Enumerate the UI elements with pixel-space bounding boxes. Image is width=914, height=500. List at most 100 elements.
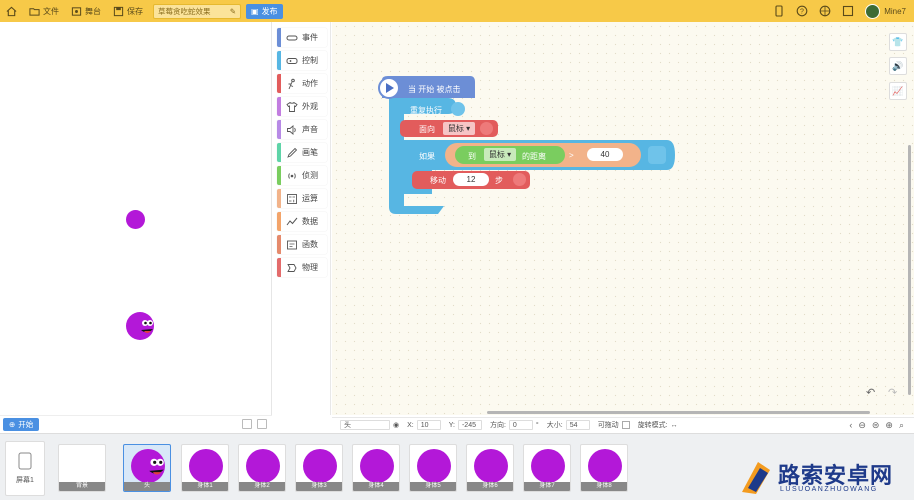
file-menu[interactable]: 文件: [23, 0, 65, 22]
stage-icon: [71, 6, 82, 16]
category-functions[interactable]: 函数: [277, 235, 327, 254]
collapse-arrow-icon[interactable]: ‹: [849, 420, 852, 431]
visibility-eye-icon[interactable]: ◉: [393, 421, 399, 429]
sprite-thumbnail: [474, 449, 508, 483]
save-button[interactable]: 保存: [107, 0, 149, 22]
x-input[interactable]: 10: [416, 420, 441, 430]
sprite-thumb-body5[interactable]: 身体5: [409, 444, 457, 492]
plus-icon: ⊕: [9, 420, 16, 429]
direction-input[interactable]: 0: [508, 420, 533, 430]
code-workspace[interactable]: 当 开始 被点击 重复执行 面向 鼠标 ▾ 如果 到 鼠标 ▾ 的距离 > 40…: [332, 22, 914, 415]
scene-card[interactable]: 屏幕1: [5, 441, 45, 496]
size-value: 54: [569, 421, 578, 429]
category-color-bar: [277, 28, 281, 47]
zoom-out-icon[interactable]: ⊖: [858, 420, 866, 431]
category-control[interactable]: 控制: [277, 51, 327, 70]
category-label: 函数: [302, 240, 318, 249]
costume-tool-button[interactable]: 👕: [889, 33, 907, 51]
body-sprite[interactable]: [126, 210, 145, 229]
category-color-bar: [277, 166, 281, 185]
home-button[interactable]: [0, 0, 23, 22]
category-looks[interactable]: 外观: [277, 97, 327, 116]
head-sprite[interactable]: [126, 312, 154, 340]
rotation-label: 旋转模式:: [637, 422, 668, 429]
zoom-reset-icon[interactable]: ⊜: [872, 420, 880, 431]
sprite-caption: 身体3: [296, 482, 342, 491]
category-label: 侦测: [302, 171, 318, 180]
distance-target-dropdown[interactable]: 鼠标 ▾: [484, 148, 516, 161]
play-icon: [378, 77, 400, 99]
category-sensing[interactable]: 侦测: [277, 166, 327, 185]
category-event[interactable]: 事件: [277, 28, 327, 47]
sprite-thumb-body2[interactable]: 身体2: [238, 444, 286, 492]
sprite-thumb-body6[interactable]: 身体6: [466, 444, 514, 492]
compare-operator[interactable]: >: [569, 151, 574, 160]
sprite-thumb-body4[interactable]: 身体4: [352, 444, 400, 492]
sprite-name-input[interactable]: 头: [340, 420, 390, 430]
category-data[interactable]: 数据: [277, 212, 327, 231]
face-icon: [149, 458, 164, 475]
edit-pencil-icon: ✎: [229, 6, 236, 16]
sprite-thumb-background[interactable]: 背景: [58, 444, 106, 492]
sprite-caption: 身体6: [467, 482, 513, 491]
fullscreen-icon[interactable]: [842, 5, 854, 17]
sprite-thumb-body1[interactable]: 身体1: [181, 444, 229, 492]
user-menu[interactable]: Mine7: [865, 3, 906, 19]
shirt-icon: [286, 101, 298, 112]
save-icon: [113, 6, 124, 16]
steps-label: 步: [495, 176, 503, 185]
undo-button[interactable]: ↶: [866, 386, 882, 400]
x-field: X: 10: [407, 420, 441, 430]
stage-canvas[interactable]: [0, 22, 272, 415]
move-remove-icon[interactable]: [513, 173, 526, 186]
search-icon[interactable]: ⌕: [899, 420, 904, 431]
start-label: 开始: [18, 420, 34, 429]
globe-icon[interactable]: [819, 5, 831, 17]
category-color-bar: [277, 189, 281, 208]
face-label: 面向: [419, 125, 435, 134]
category-operators[interactable]: 运算: [277, 189, 327, 208]
sprite-thumb-body3[interactable]: 身体3: [295, 444, 343, 492]
size-input[interactable]: 54: [565, 420, 590, 430]
category-motion[interactable]: 动作: [277, 74, 327, 93]
sprite-caption: 身体4: [353, 482, 399, 491]
sprite-thumbnail: [303, 449, 337, 483]
redo-button[interactable]: ↷: [888, 386, 904, 400]
rotation-mode-select[interactable]: ↔: [671, 422, 678, 429]
if-expand-icon[interactable]: [648, 146, 666, 164]
sprite-thumb-body7[interactable]: 身体7: [523, 444, 571, 492]
publish-button[interactable]: ▣ 发布: [246, 3, 283, 19]
y-input[interactable]: -245: [457, 420, 482, 430]
category-pen[interactable]: 画笔: [277, 143, 327, 162]
sprite-thumb-body8[interactable]: 身体8: [580, 444, 628, 492]
direction-field: 方向: 0 °: [490, 420, 539, 430]
draggable-checkbox[interactable]: [621, 421, 630, 429]
data-icon: [286, 217, 298, 225]
start-button[interactable]: ⊕ 开始: [3, 418, 40, 431]
zoom-in-icon[interactable]: ⊕: [885, 420, 893, 431]
move-steps-input[interactable]: 12: [453, 173, 489, 186]
category-color-bar: [277, 212, 281, 231]
category-sound[interactable]: 声音: [277, 120, 327, 139]
grid-stage-icon[interactable]: [257, 419, 267, 429]
move-steps-value: 12: [466, 175, 476, 184]
help-icon[interactable]: ?: [796, 5, 808, 17]
face-remove-icon[interactable]: [480, 122, 493, 135]
category-physics[interactable]: 物理: [277, 258, 327, 277]
sound-tool-button[interactable]: 🔊: [889, 57, 907, 75]
sprite-name-field[interactable]: 头 ◉: [340, 420, 399, 430]
project-title-input[interactable]: 草莓贪吃蛇效果 ✎: [153, 3, 241, 19]
sprite-thumb-head[interactable]: 头: [123, 444, 171, 492]
sprite-thumbnail: [189, 449, 223, 483]
fullscreen-stage-icon[interactable]: [242, 419, 252, 429]
mobile-icon[interactable]: [773, 5, 785, 17]
data-tool-button[interactable]: 📈: [889, 82, 907, 100]
compare-value-input[interactable]: 40: [587, 148, 623, 161]
category-color-bar: [277, 258, 281, 277]
sound-icon: 🔊: [892, 60, 904, 71]
gamepad-icon: [286, 57, 298, 64]
stage-menu[interactable]: 舞台: [65, 0, 107, 22]
horizontal-scrollbar[interactable]: [487, 411, 870, 414]
face-target-dropdown[interactable]: 鼠标 ▾: [443, 122, 475, 135]
vertical-scrollbar[interactable]: [908, 145, 911, 395]
